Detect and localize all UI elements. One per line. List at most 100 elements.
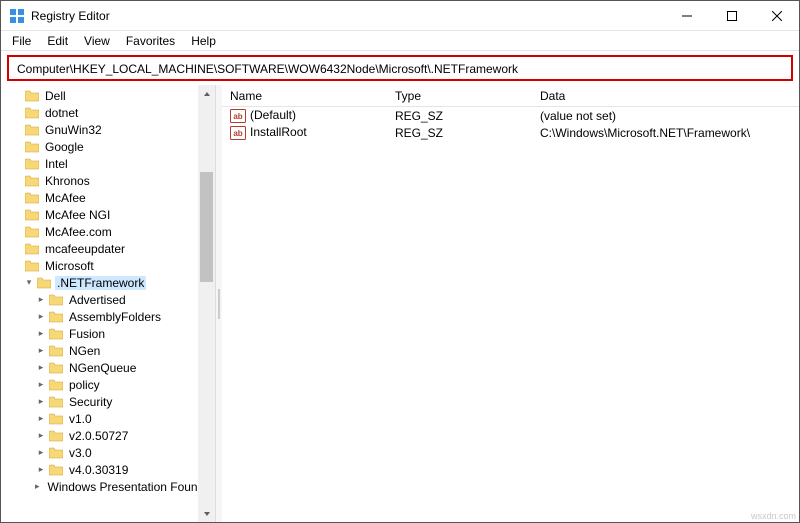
tree-item[interactable]: Microsoft — [1, 257, 215, 274]
tree-item[interactable]: McAfee NGI — [1, 206, 215, 223]
tree-item[interactable]: Dell — [1, 87, 215, 104]
tree-item-label: v1.0 — [67, 412, 94, 426]
address-bar[interactable]: Computer\HKEY_LOCAL_MACHINE\SOFTWARE\WOW… — [7, 55, 793, 81]
tree-item-label: Advertised — [67, 293, 128, 307]
menu-edit[interactable]: Edit — [40, 33, 75, 49]
tree-item-label: NGen — [67, 344, 102, 358]
expander-closed-icon[interactable]: ▸ — [35, 464, 47, 476]
minimize-button[interactable] — [664, 1, 709, 31]
list-row[interactable]: abInstallRootREG_SZC:\Windows\Microsoft.… — [222, 124, 799, 141]
expander-none-icon — [11, 226, 23, 238]
value-name-cell: ab (Default) — [222, 108, 387, 123]
tree-scrollbar[interactable] — [198, 85, 215, 522]
folder-icon — [49, 413, 63, 425]
folder-icon — [25, 209, 39, 221]
svg-text:ab: ab — [233, 112, 242, 121]
titlebar: Registry Editor — [1, 1, 799, 31]
column-header-name[interactable]: Name — [222, 89, 387, 103]
tree-item-label: dotnet — [43, 106, 80, 120]
tree-item[interactable]: ▸Windows Presentation Foundat — [1, 478, 215, 495]
expander-none-icon — [11, 192, 23, 204]
tree-item-label: Dell — [43, 89, 68, 103]
tree-item[interactable]: McAfee — [1, 189, 215, 206]
tree-item-label: Security — [67, 395, 114, 409]
menu-help[interactable]: Help — [184, 33, 223, 49]
tree-item[interactable]: McAfee.com — [1, 223, 215, 240]
scroll-thumb[interactable] — [200, 172, 213, 282]
scroll-track[interactable] — [198, 102, 215, 505]
close-button[interactable] — [754, 1, 799, 31]
column-header-type[interactable]: Type — [387, 89, 532, 103]
tree-item[interactable]: mcafeeupdater — [1, 240, 215, 257]
folder-icon — [25, 243, 39, 255]
menubar: File Edit View Favorites Help — [1, 31, 799, 51]
tree-item-label: .NETFramework — [55, 276, 146, 290]
tree-item[interactable]: ▸v4.0.30319 — [1, 461, 215, 478]
tree-item[interactable]: ▸policy — [1, 376, 215, 393]
expander-closed-icon[interactable]: ▸ — [35, 345, 47, 357]
tree-item[interactable]: ▸AssemblyFolders — [1, 308, 215, 325]
tree-item[interactable]: ▸ Advertised — [1, 291, 215, 308]
tree-item[interactable]: dotnet — [1, 104, 215, 121]
expander-closed-icon[interactable]: ▸ — [35, 294, 47, 306]
svg-text:ab: ab — [233, 129, 242, 138]
tree-item[interactable]: ▸v3.0 — [1, 444, 215, 461]
value-data: C:\Windows\Microsoft.NET\Framework\ — [532, 126, 799, 140]
tree-item-label: McAfee NGI — [43, 208, 112, 222]
tree-item[interactable]: ▸ NGen — [1, 342, 215, 359]
expander-closed-icon[interactable]: ▸ — [35, 447, 47, 459]
expander-none-icon — [11, 260, 23, 272]
value-data: (value not set) — [532, 109, 799, 123]
menu-view[interactable]: View — [77, 33, 117, 49]
tree-item[interactable]: Intel — [1, 155, 215, 172]
splitter-grip-icon — [218, 289, 220, 319]
workspace: DelldotnetGnuWin32GoogleIntelKhronosMcAf… — [1, 85, 799, 522]
expander-closed-icon[interactable]: ▸ — [35, 413, 47, 425]
menu-file[interactable]: File — [5, 33, 38, 49]
tree-item-label: NGenQueue — [67, 361, 138, 375]
maximize-button[interactable] — [709, 1, 754, 31]
tree-item[interactable]: GnuWin32 — [1, 121, 215, 138]
string-value-icon: ab — [230, 126, 246, 140]
scroll-down-button[interactable] — [198, 505, 215, 522]
tree-item[interactable]: ▸ v2.0.50727 — [1, 427, 215, 444]
column-header-data[interactable]: Data — [532, 89, 799, 103]
tree-item[interactable]: ▸Fusion — [1, 325, 215, 342]
expander-none-icon — [11, 175, 23, 187]
expander-open-icon[interactable]: ▾ — [23, 277, 35, 289]
value-type: REG_SZ — [387, 126, 532, 140]
tree-item-label: v2.0.50727 — [67, 429, 130, 443]
expander-none-icon — [11, 124, 23, 136]
expander-closed-icon[interactable]: ▸ — [35, 328, 47, 340]
expander-closed-icon[interactable]: ▸ — [35, 311, 47, 323]
tree-item[interactable]: ▸ v1.0 — [1, 410, 215, 427]
tree-item[interactable]: ▾ .NETFramework — [1, 274, 215, 291]
expander-closed-icon[interactable]: ▸ — [35, 396, 47, 408]
folder-icon — [49, 447, 63, 459]
expander-closed-icon[interactable]: ▸ — [35, 362, 47, 374]
tree-item[interactable]: Google — [1, 138, 215, 155]
list-header: Name Type Data — [222, 85, 799, 107]
value-name-cell: abInstallRoot — [222, 125, 387, 140]
tree-item[interactable]: Khronos — [1, 172, 215, 189]
folder-icon — [25, 260, 39, 272]
expander-none-icon — [11, 141, 23, 153]
expander-closed-icon[interactable]: ▸ — [35, 379, 47, 391]
value-name: (Default) — [250, 108, 296, 122]
folder-icon — [25, 107, 39, 119]
list-row[interactable]: ab(Default)REG_SZ(value not set) — [222, 107, 799, 124]
tree-item[interactable]: ▸ Security — [1, 393, 215, 410]
expander-none-icon — [11, 90, 23, 102]
folder-icon — [49, 311, 63, 323]
expander-closed-icon[interactable]: ▸ — [35, 481, 40, 493]
tree-item-label: Google — [43, 140, 86, 154]
menu-favorites[interactable]: Favorites — [119, 33, 182, 49]
folder-icon — [25, 175, 39, 187]
scroll-up-button[interactable] — [198, 85, 215, 102]
folder-icon — [49, 396, 63, 408]
tree-item-label: Khronos — [43, 174, 92, 188]
expander-closed-icon[interactable]: ▸ — [35, 430, 47, 442]
tree-item-label: McAfee.com — [43, 225, 114, 239]
tree-item[interactable]: ▸ NGenQueue — [1, 359, 215, 376]
folder-icon — [25, 124, 39, 136]
